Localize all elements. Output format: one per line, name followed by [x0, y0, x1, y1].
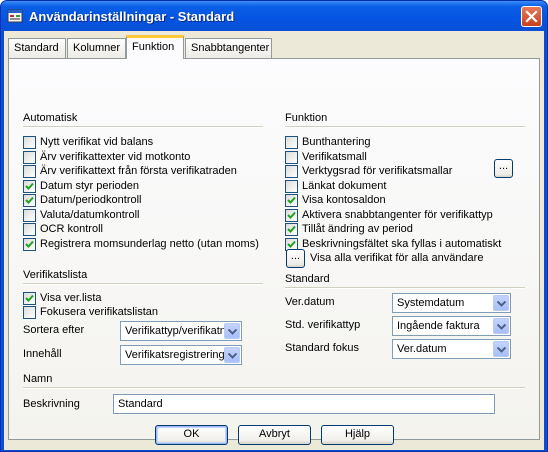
- chevron-down-icon[interactable]: [224, 323, 240, 339]
- chevron-down-icon[interactable]: [493, 318, 509, 334]
- checkmark-icon: [25, 196, 34, 204]
- fokus-select[interactable]: Ver.datum: [392, 339, 511, 359]
- divider: [23, 283, 263, 285]
- verifikattyp-label: Std. verifikattyp: [285, 319, 361, 331]
- tab-kolumner[interactable]: Kolumner: [67, 38, 126, 58]
- verdatum-label: Ver.datum: [285, 296, 335, 308]
- checkbox[interactable]: [285, 223, 298, 236]
- checkmark-icon: [25, 182, 34, 190]
- checkbox[interactable]: [23, 136, 36, 149]
- divider: [23, 387, 525, 389]
- checkbox[interactable]: [23, 306, 36, 319]
- sortera-label: Sortera efter: [23, 324, 85, 336]
- checkbox[interactable]: [285, 136, 298, 149]
- verifikattyp-value: Ingående faktura: [397, 320, 480, 332]
- checkbox-label: Valuta/datumkontroll: [40, 208, 140, 221]
- checkbox[interactable]: [23, 237, 36, 251]
- show-all-users-button[interactable]: ...: [286, 249, 305, 268]
- divider: [23, 126, 263, 128]
- verifikattyp-select[interactable]: Ingående faktura: [392, 316, 511, 336]
- divider: [285, 287, 525, 289]
- checkbox-label: Registrera momsunderlag netto (utan moms…: [40, 237, 259, 250]
- avbryt-label: Avbryt: [259, 428, 290, 440]
- checkbox-label: Fokusera verifikatslistan: [40, 306, 158, 318]
- checkbox-label: OCR kontroll: [40, 223, 103, 235]
- checkbox-label: Bunthantering: [302, 136, 371, 148]
- checkbox-label: Nytt verifikat vid balans: [40, 136, 154, 148]
- hjalp-button[interactable]: Hjälp: [321, 425, 394, 445]
- checkbox-label: Aktivera snabbtangenter för verifikattyp: [302, 208, 493, 221]
- app-icon: [7, 9, 23, 23]
- checkbox-label: Visa kontosaldon: [302, 194, 386, 206]
- checkmark-icon: [25, 240, 34, 248]
- checkbox[interactable]: [23, 150, 36, 164]
- checkbox-label: Beskrivningsfältet ska fyllas i automati…: [302, 237, 502, 250]
- verktygsrad-settings-button[interactable]: ...: [494, 159, 513, 178]
- checkbox[interactable]: [23, 208, 36, 222]
- checkbox[interactable]: [285, 165, 298, 178]
- checkbox[interactable]: [23, 179, 36, 193]
- dialog-client: Standard Kolumner Funktion Snabbtangente…: [4, 31, 544, 450]
- checkbox-label: Datum/periodkontroll: [40, 194, 142, 206]
- verdatum-select[interactable]: Systemdatum: [392, 293, 511, 313]
- chevron-down-icon[interactable]: [493, 295, 509, 311]
- checkbox[interactable]: [23, 223, 36, 236]
- fokus-value: Ver.datum: [397, 343, 447, 355]
- tab-panel-funktion: Automatisk Nytt verifikat vid balans Ärv …: [8, 58, 540, 440]
- checkbox[interactable]: [285, 208, 298, 222]
- close-icon: [525, 10, 538, 23]
- checkbox-label: Tillåt ändring av period: [302, 223, 413, 235]
- checkbox-label: Verifikatsmall: [302, 150, 367, 163]
- beskrivning-input[interactable]: Standard: [113, 394, 495, 414]
- sortera-select[interactable]: Verifikattyp/verifikatnr: [120, 321, 242, 341]
- window-title: Användarinställningar - Standard: [29, 9, 235, 24]
- tab-snabbtangenter[interactable]: Snabbtangenter: [185, 38, 272, 58]
- verifikatslista-heading: Verifikatslista: [23, 269, 88, 281]
- divider: [285, 126, 525, 128]
- beskrivning-label: Beskrivning: [23, 398, 80, 410]
- tab-standard[interactable]: Standard: [8, 38, 66, 58]
- chevron-down-icon[interactable]: [224, 347, 240, 363]
- checkbox-label: Länkat dokument: [302, 179, 387, 192]
- checkmark-icon: [287, 211, 296, 219]
- checkmark-icon: [25, 294, 34, 302]
- sortera-value: Verifikattyp/verifikatnr: [125, 325, 225, 337]
- tab-funktion[interactable]: Funktion: [126, 35, 184, 59]
- fokus-label: Standard fokus: [285, 342, 359, 354]
- checkbox[interactable]: [23, 194, 36, 207]
- checkbox[interactable]: [285, 194, 298, 207]
- standard-heading: Standard: [285, 273, 330, 285]
- funktion-heading: Funktion: [285, 112, 328, 124]
- close-button[interactable]: [521, 6, 542, 27]
- checkbox[interactable]: [23, 165, 36, 178]
- checkmark-icon: [287, 196, 296, 204]
- checkmark-icon: [287, 240, 296, 248]
- innehall-label: Innehåll: [23, 348, 62, 360]
- checkbox[interactable]: [23, 292, 36, 305]
- dialog-window: Användarinställningar - Standard Standar…: [0, 0, 548, 452]
- automatisk-heading: Automatisk: [23, 112, 78, 124]
- checkmark-icon: [287, 225, 296, 233]
- innehall-select[interactable]: Verifikatsregistrering: [120, 345, 242, 365]
- checkbox-label: Ärv verifikattexter vid motkonto: [40, 150, 191, 163]
- ok-label: OK: [183, 428, 200, 440]
- hjalp-label: Hjälp: [344, 428, 371, 440]
- checkbox-label: Datum styr perioden: [40, 179, 140, 192]
- innehall-value: Verifikatsregistrering: [125, 349, 225, 361]
- checkbox[interactable]: [285, 179, 298, 193]
- checkbox-label: Verktygsrad för verifikatsmallar: [302, 165, 453, 177]
- beskrivning-value: Standard: [118, 398, 163, 410]
- title-bar[interactable]: Användarinställningar - Standard: [1, 1, 547, 31]
- checkbox-label: Visa ver.lista: [40, 292, 102, 304]
- chevron-down-icon[interactable]: [493, 341, 509, 357]
- namn-heading: Namn: [23, 373, 53, 385]
- show-all-users-label: Visa alla verifikat för alla användare: [310, 252, 484, 264]
- verdatum-value: Systemdatum: [397, 297, 465, 309]
- checkbox[interactable]: [285, 150, 298, 164]
- checkbox-label: Ärv verifikattext från första verifikatr…: [40, 165, 237, 177]
- ok-button[interactable]: OK: [155, 425, 228, 445]
- avbryt-button[interactable]: Avbryt: [238, 425, 311, 445]
